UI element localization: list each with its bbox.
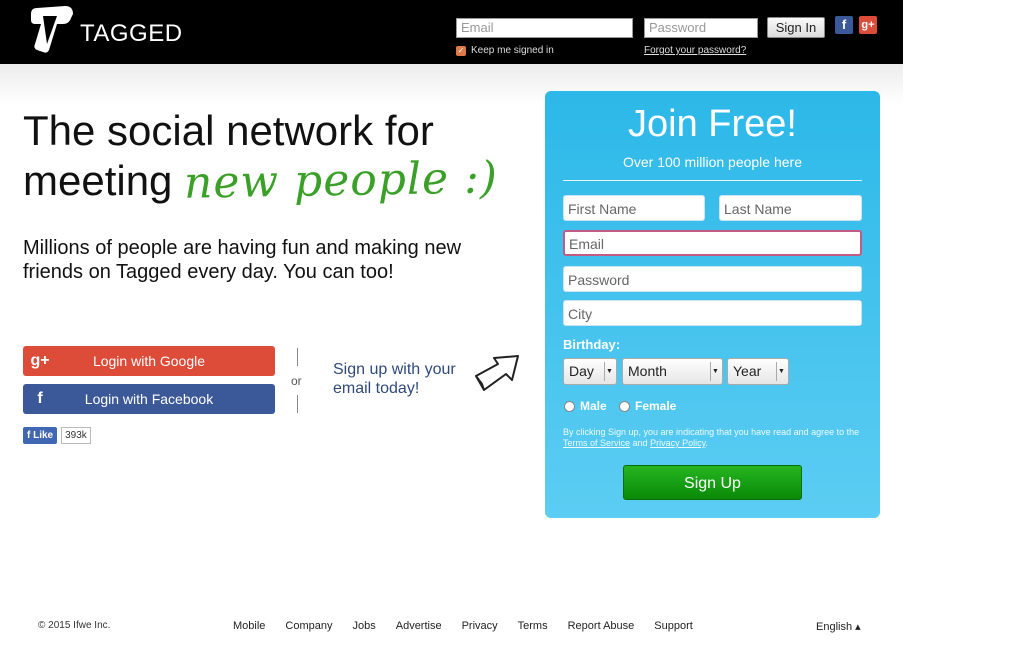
top-bar: TAGGED Email Password Sign In f g+ ✓ Kee… xyxy=(0,0,903,64)
facebook-icon[interactable]: f xyxy=(835,16,853,34)
arrow-icon xyxy=(475,355,519,391)
headline-line-1: The social network for xyxy=(23,107,434,154)
join-panel: Join Free! Over 100 million people here … xyxy=(545,91,880,518)
keep-signed-in-label: Keep me signed in xyxy=(471,45,554,56)
like-label: Like xyxy=(33,430,54,441)
footer-links: Mobile Company Jobs Advertise Privacy Te… xyxy=(233,620,713,632)
gender-male-option[interactable]: Male xyxy=(564,399,607,413)
login-facebook-label: Login with Facebook xyxy=(84,391,214,407)
language-selector[interactable]: English ▴ xyxy=(816,620,861,633)
page-headline: The social network for meeting new peopl… xyxy=(23,106,499,209)
divider-top xyxy=(297,348,298,366)
radio-button[interactable] xyxy=(619,400,630,412)
footer-link-report-abuse[interactable]: Report Abuse xyxy=(568,620,635,632)
female-label: Female xyxy=(635,399,677,413)
footer-link-privacy[interactable]: Privacy xyxy=(462,620,498,632)
headline-line-2: meeting xyxy=(23,157,173,204)
terms-suffix: . xyxy=(705,438,708,448)
chevron-down-icon: ▼ xyxy=(710,362,720,381)
tagged-logo-icon[interactable] xyxy=(27,4,75,56)
login-with-facebook-button[interactable]: f Login with Facebook xyxy=(23,384,275,414)
first-name-input[interactable]: First Name xyxy=(563,195,705,221)
year-select[interactable]: Year ▼ xyxy=(727,358,789,385)
sign-up-button[interactable]: Sign Up xyxy=(623,465,802,500)
google-plus-icon[interactable]: g+ xyxy=(859,16,877,34)
google-plus-icon: g+ xyxy=(30,352,50,369)
logo-text[interactable]: TAGGED xyxy=(80,20,183,48)
login-with-google-button[interactable]: g+ Login with Google xyxy=(23,346,275,376)
keep-signed-in[interactable]: ✓ Keep me signed in xyxy=(456,45,554,56)
footer-link-mobile[interactable]: Mobile xyxy=(233,620,265,632)
chevron-down-icon: ▼ xyxy=(604,362,614,381)
headline-highlight: new people :) xyxy=(183,152,499,209)
join-subtitle: Over 100 million people here xyxy=(623,154,802,170)
footer-link-advertise[interactable]: Advertise xyxy=(396,620,442,632)
divider-bottom xyxy=(297,395,298,413)
email-signup-cta: Sign up with your email today! xyxy=(333,361,456,397)
checkbox-icon[interactable]: ✓ xyxy=(456,45,466,56)
header-password-input[interactable]: Password xyxy=(644,18,758,38)
footer-link-company[interactable]: Company xyxy=(285,620,332,632)
gender-female-option[interactable]: Female xyxy=(619,399,676,413)
last-name-input[interactable]: Last Name xyxy=(719,195,862,221)
hero-subline: Millions of people are having fun and ma… xyxy=(23,237,462,283)
month-select[interactable]: Month ▼ xyxy=(622,358,723,385)
join-title: Join Free! xyxy=(628,103,797,145)
chevron-down-icon: ▼ xyxy=(776,362,786,381)
year-select-value: Year xyxy=(733,363,762,379)
header-email-input[interactable]: Email xyxy=(456,18,633,38)
terms-of-service-link[interactable]: Terms of Service xyxy=(563,438,630,448)
forgot-password-link[interactable]: Forgot your password? xyxy=(644,45,746,56)
email-input[interactable]: Email xyxy=(563,230,862,256)
sign-in-button[interactable]: Sign In xyxy=(767,17,825,38)
login-google-label: Login with Google xyxy=(92,353,206,369)
day-select-value: Day xyxy=(569,363,594,379)
privacy-policy-link[interactable]: Privacy Policy xyxy=(650,438,705,448)
day-select[interactable]: Day ▼ xyxy=(563,358,617,385)
city-input[interactable]: City xyxy=(563,300,862,326)
facebook-like-widget[interactable]: f Like 393k xyxy=(23,427,91,444)
footer-link-jobs[interactable]: Jobs xyxy=(352,620,375,632)
birthday-label: Birthday: xyxy=(563,337,621,352)
like-button[interactable]: f Like xyxy=(23,427,58,444)
like-count: 393k xyxy=(61,427,91,444)
footer-link-support[interactable]: Support xyxy=(654,620,693,632)
male-label: Male xyxy=(580,399,607,413)
radio-button[interactable] xyxy=(564,400,575,412)
facebook-icon: f xyxy=(37,390,43,407)
copyright: © 2015 Ifwe Inc. xyxy=(38,620,111,631)
panel-divider xyxy=(563,180,862,181)
terms-text: By clicking Sign up, you are indicating … xyxy=(563,427,863,449)
password-input[interactable]: Password xyxy=(563,266,862,292)
or-text: or xyxy=(291,374,302,388)
terms-and: and xyxy=(632,438,648,448)
month-select-value: Month xyxy=(628,363,667,379)
footer-link-terms[interactable]: Terms xyxy=(518,620,548,632)
terms-prefix: By clicking Sign up, you are indicating … xyxy=(563,427,860,437)
